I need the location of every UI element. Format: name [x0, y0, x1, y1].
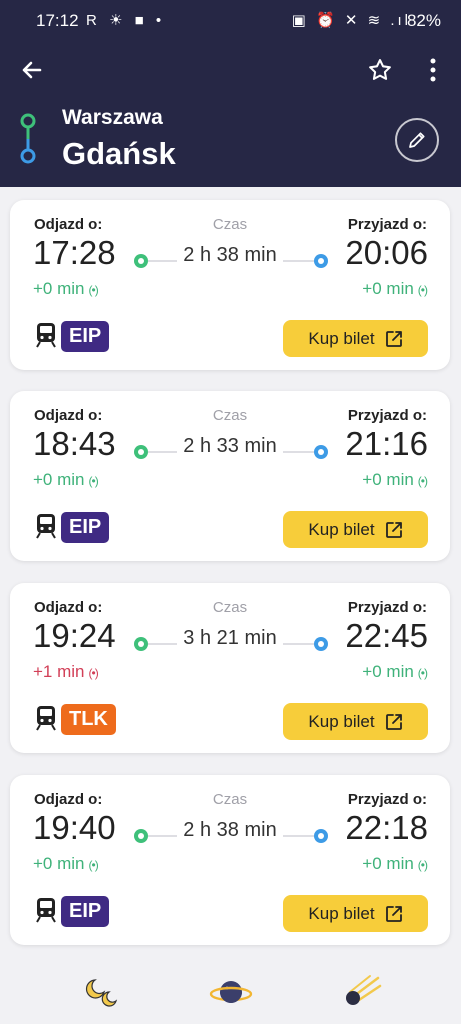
- train-type-badge: EIP: [61, 512, 110, 543]
- app-header: 17:12 R ☀ ■ • ▣ ⏰ ✕ ≋ .ıl 82% Warszawa G…: [0, 0, 461, 187]
- departure-delay-value: +0 min: [33, 854, 85, 873]
- more-options-icon[interactable]: [426, 56, 440, 84]
- departure-delay-value: +0 min: [33, 279, 85, 298]
- arrival-label: Przyjazd o:: [347, 407, 427, 424]
- departure-delay: +0 min (•): [33, 854, 99, 874]
- train-icon: [35, 897, 57, 923]
- realtime-icon: (•): [417, 858, 428, 872]
- train-type-badge: TLK: [61, 704, 116, 735]
- favorite-star-icon[interactable]: [367, 57, 393, 83]
- duration-value: 2 h 38 min: [177, 244, 283, 266]
- buy-ticket-button[interactable]: Kup bilet: [283, 703, 428, 740]
- train-card[interactable]: Odjazd o: Czas Przyjazd o: 19:24 22:45 3…: [10, 583, 450, 753]
- buy-ticket-button[interactable]: Kup bilet: [283, 511, 428, 548]
- train-card[interactable]: Odjazd o: Czas Przyjazd o: 19:40 22:18 2…: [10, 775, 450, 945]
- arrival-label: Przyjazd o:: [347, 599, 427, 616]
- arrival-delay-value: +0 min: [362, 279, 414, 298]
- train-card[interactable]: Odjazd o: Czas Przyjazd o: 18:43 21:16 2…: [10, 391, 450, 561]
- status-right-icons: ▣ ⏰ ✕ ≋ .ıl: [291, 12, 411, 29]
- external-link-icon: [385, 713, 402, 730]
- external-link-icon: [385, 330, 402, 347]
- duration-value: 2 h 38 min: [177, 819, 283, 841]
- comet-icon[interactable]: [340, 970, 384, 1014]
- departure-delay: +0 min (•): [33, 279, 99, 299]
- buy-ticket-label: Kup bilet: [308, 519, 375, 539]
- train-type-badge: EIP: [61, 896, 110, 927]
- departure-delay-value: +1 min: [33, 662, 85, 681]
- status-left-icons: R ☀ ■ •: [86, 12, 166, 29]
- buy-ticket-label: Kup bilet: [308, 711, 375, 731]
- train-card[interactable]: Odjazd o: Czas Przyjazd o: 17:28 20:06 2…: [10, 200, 450, 370]
- edit-route-button[interactable]: [395, 118, 439, 162]
- realtime-icon: (•): [88, 858, 99, 872]
- arrival-delay-value: +0 min: [362, 662, 414, 681]
- to-city: Gdańsk: [62, 136, 176, 171]
- arrival-delay-value: +0 min: [362, 854, 414, 873]
- departure-delay: +0 min (•): [33, 470, 99, 490]
- battery-level: 82%: [406, 11, 441, 30]
- arrival-label: Przyjazd o:: [347, 216, 427, 233]
- realtime-icon: (•): [88, 474, 99, 488]
- moon-icon[interactable]: [83, 970, 127, 1014]
- duration-value: 3 h 21 min: [177, 627, 283, 649]
- from-city: Warszawa: [62, 106, 163, 129]
- departure-delay-value: +0 min: [33, 470, 85, 489]
- train-icon: [35, 322, 57, 348]
- departure-delay: +1 min (•): [33, 662, 99, 682]
- arrival-delay: +0 min (•): [362, 662, 428, 682]
- bottom-navigation: [0, 960, 461, 1024]
- train-icon: [35, 705, 57, 731]
- arrival-delay: +0 min (•): [362, 854, 428, 874]
- pencil-icon: [409, 132, 425, 148]
- buy-ticket-label: Kup bilet: [308, 903, 375, 923]
- route-indicator-icon: [19, 113, 37, 165]
- status-time: 17:12: [36, 11, 79, 30]
- buy-ticket-button[interactable]: Kup bilet: [283, 320, 428, 357]
- realtime-icon: (•): [417, 666, 428, 680]
- realtime-icon: (•): [88, 666, 99, 680]
- arrival-delay: +0 min (•): [362, 279, 428, 299]
- planet-icon[interactable]: [209, 970, 253, 1014]
- train-icon: [35, 513, 57, 539]
- external-link-icon: [385, 521, 402, 538]
- train-type-badge: EIP: [61, 321, 110, 352]
- arrival-delay: +0 min (•): [362, 470, 428, 490]
- external-link-icon: [385, 905, 402, 922]
- status-bar: 17:12 R ☀ ■ • ▣ ⏰ ✕ ≋ .ıl 82%: [0, 0, 461, 40]
- realtime-icon: (•): [88, 283, 99, 297]
- duration-value: 2 h 33 min: [177, 435, 283, 457]
- arrival-label: Przyjazd o:: [347, 791, 427, 808]
- buy-ticket-label: Kup bilet: [308, 328, 375, 348]
- realtime-icon: (•): [417, 474, 428, 488]
- back-arrow-icon[interactable]: [18, 56, 46, 84]
- arrival-delay-value: +0 min: [362, 470, 414, 489]
- buy-ticket-button[interactable]: Kup bilet: [283, 895, 428, 932]
- realtime-icon: (•): [417, 283, 428, 297]
